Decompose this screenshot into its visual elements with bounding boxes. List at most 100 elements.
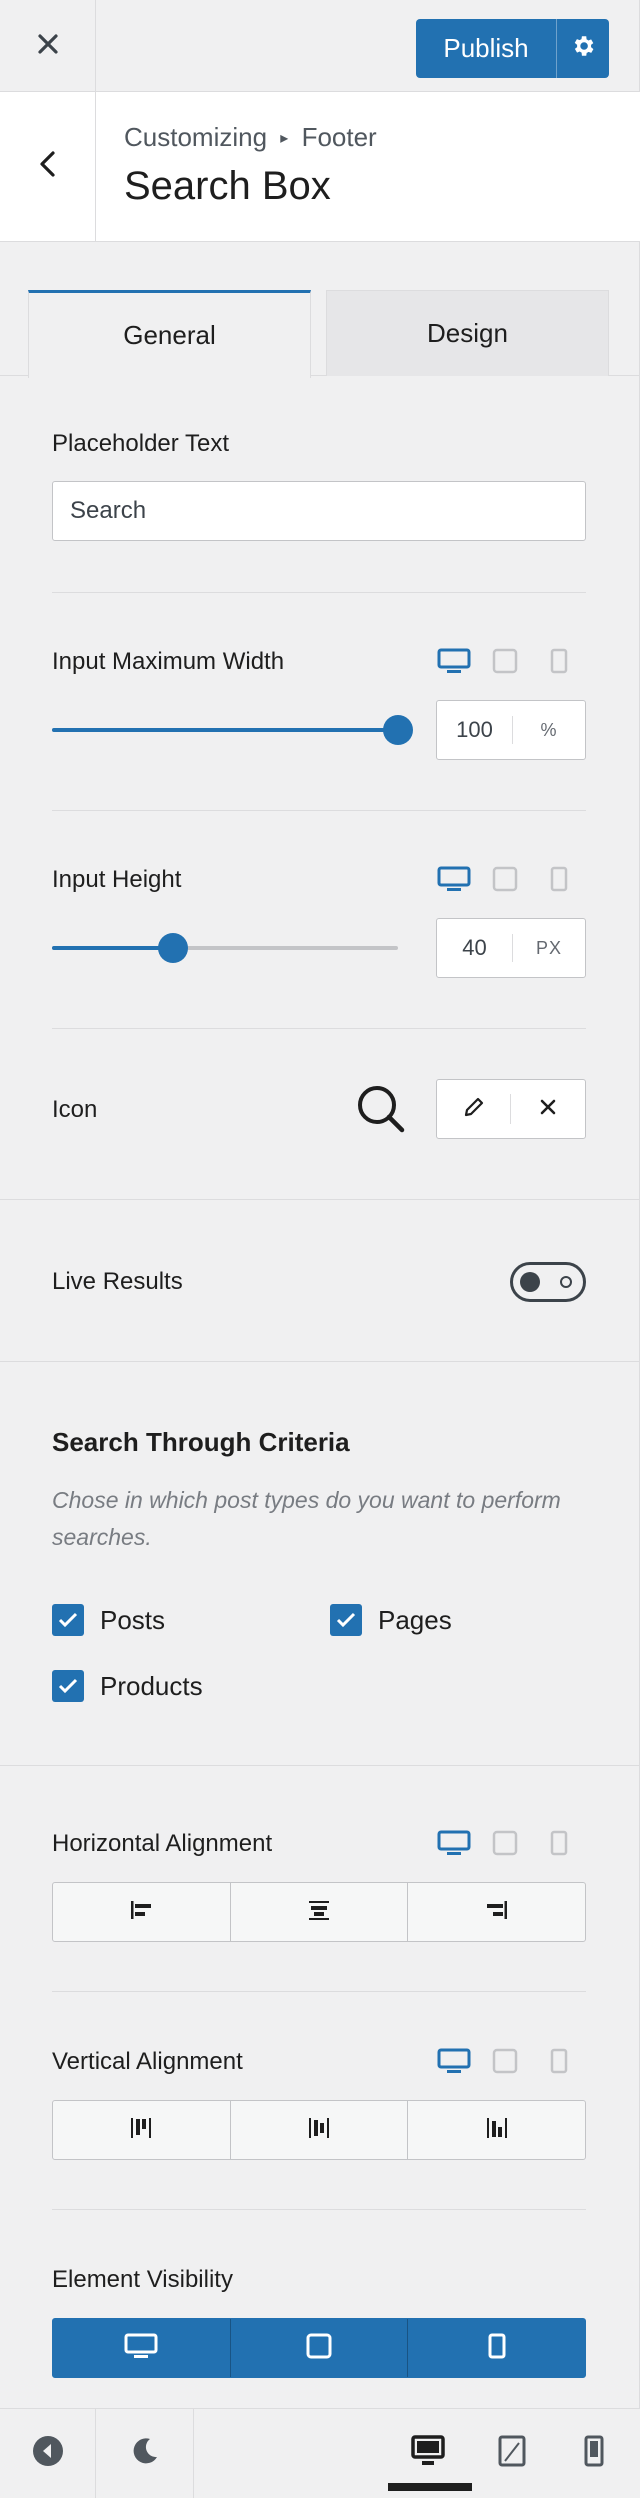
device-desktop-icon[interactable] [430, 2046, 478, 2076]
slider-fill [52, 728, 398, 732]
device-desktop-icon[interactable] [430, 1828, 478, 1858]
input-height-slider[interactable] [52, 933, 398, 963]
align-right-icon [485, 1900, 509, 1925]
section-divider [0, 1765, 640, 1766]
checkbox-label: Pages [378, 1604, 452, 1635]
align-center-button[interactable] [231, 1883, 409, 1941]
collapse-icon [31, 2434, 65, 2473]
align-bottom-icon [485, 2117, 509, 2144]
close-icon [36, 32, 60, 61]
gear-icon [570, 33, 596, 64]
responsive-device-switcher [430, 646, 586, 676]
vertical-alignment-buttons [52, 2100, 586, 2160]
checkbox-checked-icon [330, 1604, 362, 1636]
align-right-button[interactable] [408, 1883, 585, 1941]
remove-icon-button[interactable] [511, 1094, 585, 1124]
align-middle-icon [307, 2117, 331, 2144]
unit-select[interactable]: % [513, 720, 585, 741]
slider-thumb[interactable] [158, 933, 189, 963]
input-height-number[interactable]: 40 PX [436, 918, 586, 978]
icon-picker-control [436, 1079, 586, 1139]
align-center-icon [307, 1900, 331, 1925]
publish-button-group: Publish [416, 19, 609, 78]
preview-tablet-button[interactable] [472, 2409, 552, 2498]
align-left-icon [129, 1900, 153, 1925]
toggle-off-indicator [560, 1276, 572, 1288]
divider [52, 592, 586, 593]
align-bottom-button[interactable] [408, 2101, 585, 2159]
page-title: Search Box [124, 164, 331, 208]
align-top-button[interactable] [53, 2101, 231, 2159]
dark-mode-button[interactable] [96, 2409, 194, 2498]
close-icon [540, 1099, 556, 1120]
tab-design[interactable]: Design [326, 290, 609, 376]
checkbox-label: Products [100, 1670, 203, 1701]
device-mobile-icon[interactable] [532, 1828, 586, 1858]
input-max-width-number[interactable]: 100 % [436, 700, 586, 760]
collapse-sidebar-button[interactable] [0, 2409, 96, 2498]
responsive-device-switcher [430, 2046, 586, 2076]
icon-label: Icon [52, 1096, 98, 1123]
placeholder-input[interactable]: Search [52, 481, 586, 541]
breadcrumb-separator: ▸ [280, 130, 289, 147]
tablet-icon [497, 2435, 527, 2472]
edit-icon-button[interactable] [437, 1094, 511, 1124]
number-value[interactable]: 100 [437, 716, 513, 744]
divider [52, 1028, 586, 1029]
mobile-icon [583, 2435, 605, 2472]
section-divider [0, 1199, 640, 1200]
align-top-icon [129, 2117, 153, 2144]
tablet-icon [306, 2333, 332, 2364]
device-tablet-icon[interactable] [478, 1828, 532, 1858]
section-titlebar: Customizing ▸ Footer Search Box [0, 92, 640, 242]
live-results-toggle[interactable] [510, 1262, 586, 1302]
device-mobile-icon[interactable] [532, 864, 586, 894]
publish-settings-button[interactable] [556, 19, 609, 78]
align-middle-button[interactable] [231, 2101, 409, 2159]
input-max-width-slider[interactable] [52, 715, 413, 745]
visibility-desktop-button[interactable] [53, 2319, 231, 2377]
device-tablet-icon[interactable] [478, 2046, 532, 2076]
responsive-device-switcher [430, 864, 586, 894]
customizer-footer [0, 2408, 640, 2498]
desktop-icon [410, 2434, 446, 2473]
vertical-alignment-label: Vertical Alignment [52, 2048, 243, 2075]
slider-thumb[interactable] [383, 715, 413, 745]
visibility-tablet-button[interactable] [231, 2319, 409, 2377]
horizontal-alignment-buttons [52, 1882, 586, 1942]
customizer-panel: Publish Customizing ▸ Footer Search Box … [0, 0, 640, 2498]
device-mobile-icon[interactable] [532, 2046, 586, 2076]
align-left-button[interactable] [53, 1883, 231, 1941]
slider-fill [52, 946, 174, 950]
close-button[interactable] [0, 0, 96, 92]
device-desktop-icon[interactable] [430, 864, 478, 894]
checkbox-checked-icon [52, 1604, 84, 1636]
checkbox-pages[interactable]: Pages [330, 1604, 452, 1636]
section-divider [0, 1361, 640, 1362]
placeholder-label: Placeholder Text [52, 430, 229, 457]
unit-select[interactable]: PX [513, 938, 585, 959]
divider [52, 1991, 586, 1992]
divider [52, 810, 586, 811]
input-max-width-label: Input Maximum Width [52, 648, 285, 675]
checkbox-posts[interactable]: Posts [52, 1604, 165, 1636]
device-tablet-icon[interactable] [478, 646, 532, 676]
criteria-title: Search Through Criteria [52, 1427, 350, 1457]
device-mobile-icon[interactable] [532, 646, 586, 676]
search-icon [356, 1084, 406, 1139]
checkbox-products[interactable]: Products [52, 1670, 203, 1702]
divider [52, 2209, 586, 2210]
checkbox-checked-icon [52, 1670, 84, 1702]
breadcrumb-section: Footer [301, 122, 377, 152]
checkbox-label: Posts [100, 1604, 166, 1635]
back-button[interactable] [0, 92, 96, 241]
device-desktop-icon[interactable] [430, 646, 478, 676]
publish-button[interactable]: Publish [416, 19, 556, 78]
element-visibility-buttons [52, 2318, 586, 2378]
tab-general[interactable]: General [28, 290, 311, 378]
number-value[interactable]: 40 [437, 934, 513, 962]
preview-mobile-button[interactable] [554, 2409, 634, 2498]
breadcrumb: Customizing ▸ Footer [124, 122, 377, 153]
visibility-mobile-button[interactable] [408, 2319, 585, 2377]
device-tablet-icon[interactable] [478, 864, 532, 894]
